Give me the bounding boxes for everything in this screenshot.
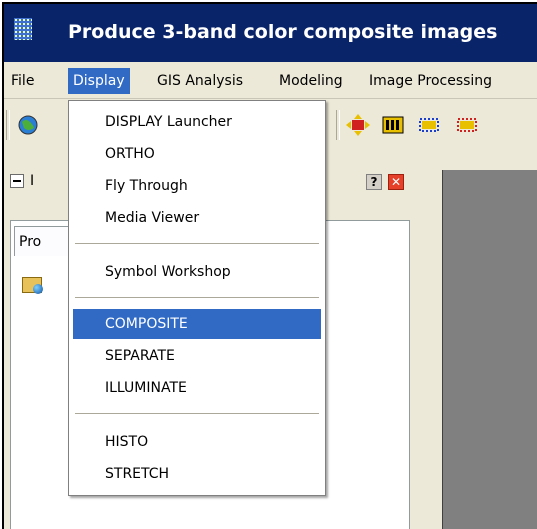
- title-bar[interactable]: Produce 3-band color composite images: [4, 4, 537, 62]
- menu-gis-analysis[interactable]: GIS Analysis: [152, 70, 248, 92]
- select-region-2-icon[interactable]: [456, 114, 480, 136]
- window-title: Produce 3-band color composite images: [68, 21, 498, 43]
- menu-separator: [75, 413, 319, 414]
- display-menu-dropdown: DISPLAY Launcher ORTHO Fly Through Media…: [68, 100, 326, 496]
- select-region-icon[interactable]: [418, 114, 442, 136]
- menu-item-media-viewer[interactable]: Media Viewer: [73, 203, 321, 233]
- menu-item-fly-through[interactable]: Fly Through: [73, 171, 321, 201]
- menu-image-processing[interactable]: Image Processing: [364, 70, 497, 92]
- menu-item-composite[interactable]: COMPOSITE: [73, 309, 321, 339]
- folder-globe-icon[interactable]: [22, 277, 43, 294]
- panel-title: I: [30, 173, 35, 189]
- menu-item-ortho[interactable]: ORTHO: [73, 139, 321, 169]
- help-button[interactable]: ?: [366, 174, 382, 190]
- menu-item-histo[interactable]: HISTO: [73, 427, 321, 457]
- menu-separator: [75, 243, 319, 244]
- menu-item-stretch[interactable]: STRETCH: [73, 459, 321, 489]
- move-icon[interactable]: [346, 114, 370, 136]
- menu-bar: File Display GIS Analysis Modeling Image…: [4, 62, 537, 99]
- toolbar-separator: [336, 110, 340, 140]
- toolbar-separator: [6, 110, 10, 140]
- image-stack-icon[interactable]: [382, 114, 406, 136]
- viewer-canvas[interactable]: [442, 170, 537, 529]
- panel-close-button[interactable]: ✕: [388, 174, 404, 190]
- menu-separator: [75, 297, 319, 298]
- menu-item-separate[interactable]: SEPARATE: [73, 341, 321, 371]
- menu-file[interactable]: File: [6, 70, 39, 92]
- collapse-button[interactable]: [10, 174, 24, 188]
- tab-project[interactable]: Pro: [14, 226, 74, 256]
- menu-modeling[interactable]: Modeling: [274, 70, 348, 92]
- menu-item-display-launcher[interactable]: DISPLAY Launcher: [73, 107, 321, 137]
- menu-display[interactable]: Display: [68, 68, 130, 94]
- app-icon: [14, 18, 32, 40]
- app-window: Produce 3-band color composite images Fi…: [2, 2, 537, 529]
- globe-icon[interactable]: [16, 114, 40, 136]
- menu-item-symbol-workshop[interactable]: Symbol Workshop: [73, 257, 321, 287]
- menu-item-illuminate[interactable]: ILLUMINATE: [73, 373, 321, 403]
